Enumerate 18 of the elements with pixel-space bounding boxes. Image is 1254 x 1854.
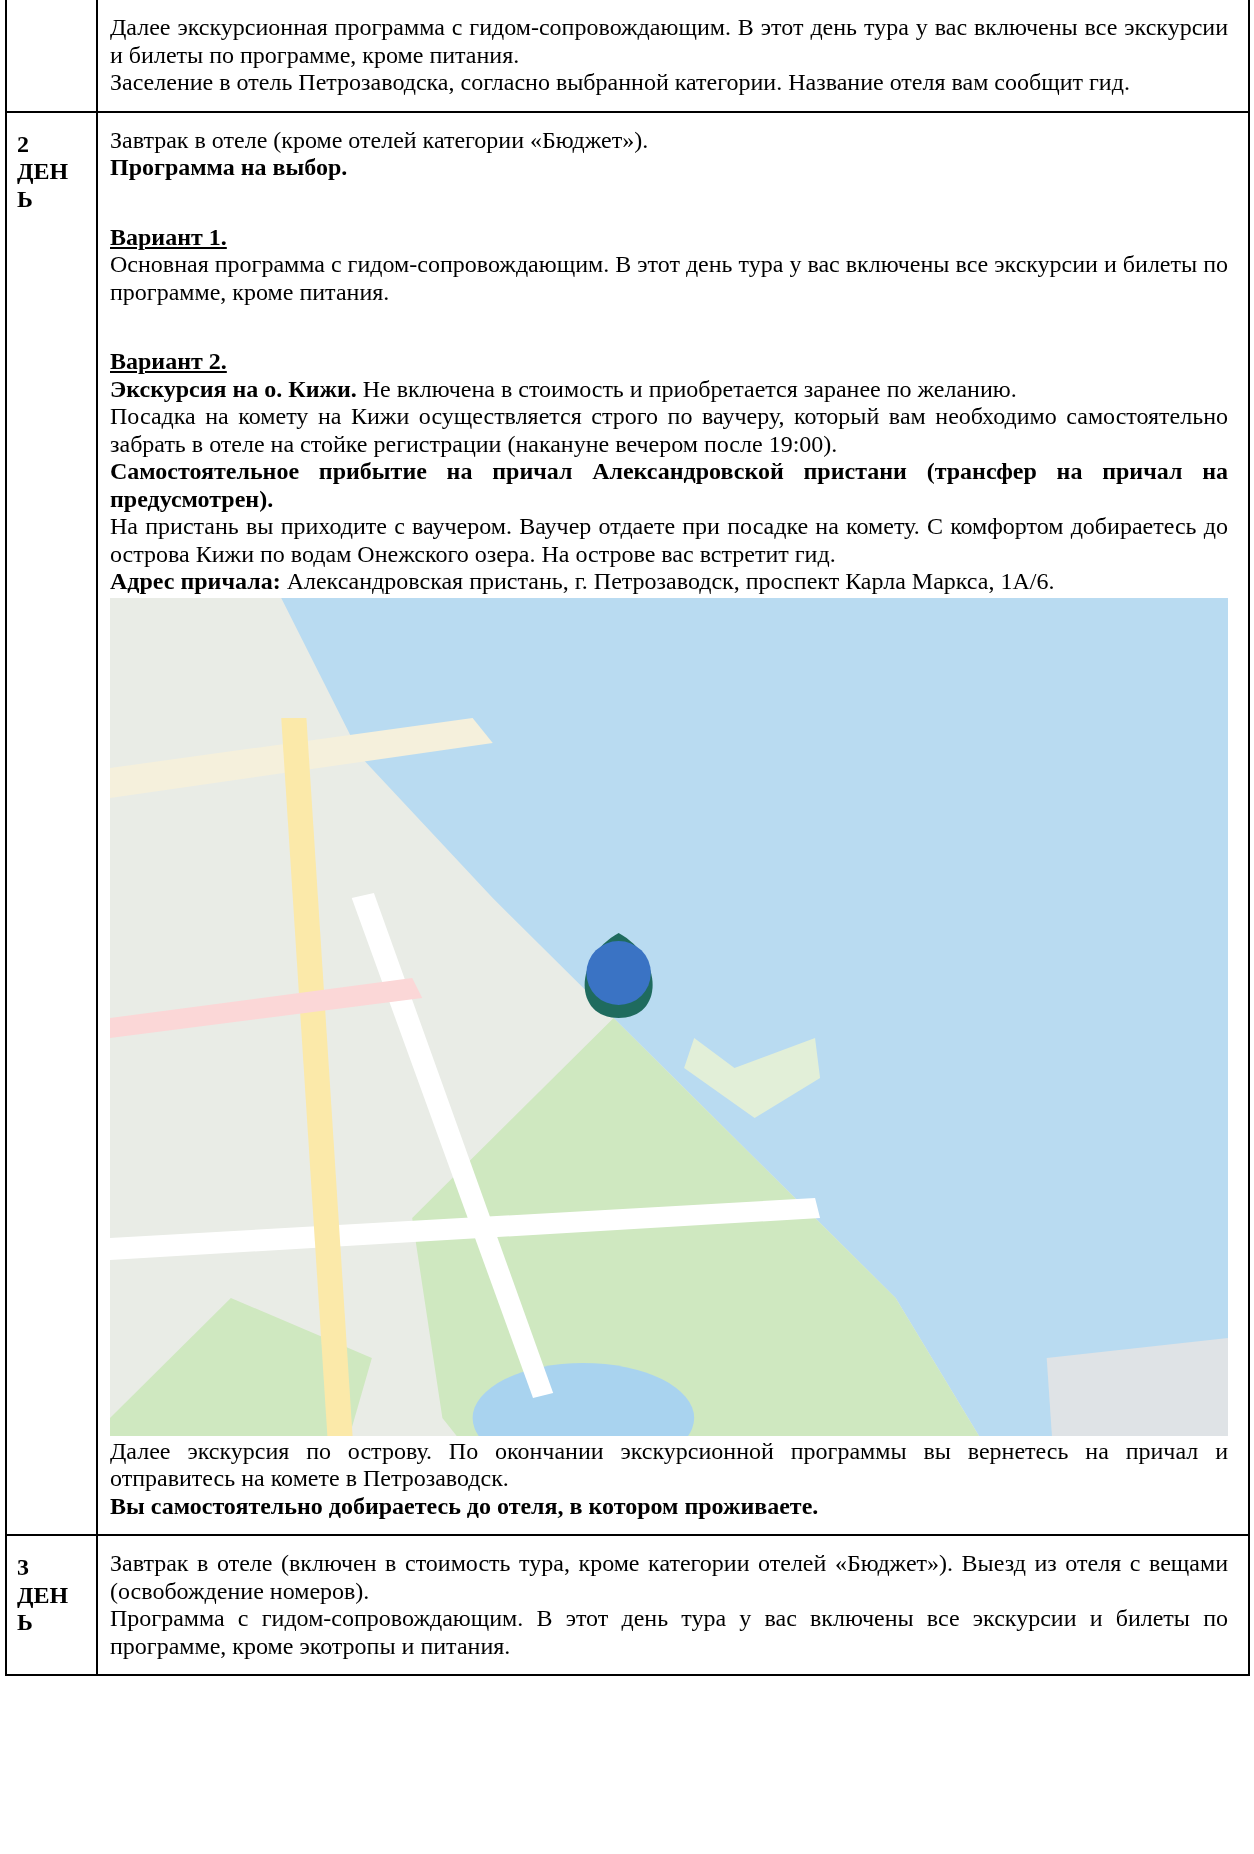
paragraph: Экскурсия на о. Кижи. Не включена в стоимость и приобретается заранее по желанию.	[110, 375, 1018, 403]
paragraph: Самостоятельное прибытие на причал Александровской пристани (трансфер на причал на предусмотрен).	[110, 458, 1228, 513]
paragraph: На пристань вы приходите с ваучером. Ваучер отдаете при посадке на комету. С комфортом добираетесь до острова Кижи по водам Онежского озера. На острове вас встретит гид.	[110, 513, 1228, 568]
paragraph: Далее экскурсионная программа с гидом-сопровождающим. В этот день тура у вас включены все экскурсии и билеты по программе, кроме питания.	[110, 14, 1228, 69]
paragraph: Далее экскурсия по острову. По окончании экскурсионной программы вы вернетесь на причал и отправитесь на комете в Петрозаводск.	[110, 1437, 1228, 1493]
section-heading: Вариант 2.	[110, 348, 227, 374]
paragraph: Завтрак в отеле (кроме отелей категории «Бюджет»).	[110, 126, 650, 154]
paragraph: Вы самостоятельно добираетесь до отеля, в котором проживаете.	[110, 1492, 820, 1520]
paragraph: Основная программа с гидом-сопровождающим. В этот день тура у вас включены все экскурсии и билеты по программе, кроме питания.	[110, 251, 1228, 306]
day-label: 2 ДЕНЬ	[17, 130, 70, 213]
section-heading: Вариант 1.	[110, 223, 227, 250]
paragraph: Заселение в отель Петрозаводска, согласно выбранной категории. Название отеля вам сообщит гид.	[110, 69, 1131, 97]
paragraph: Программа с гидом-сопровождающим. В этот день тура у вас включены все экскурсии и билеты по программе, кроме экотропы и питания.	[110, 1605, 1228, 1660]
paragraph: Завтрак в отеле (включен в стоимость тура, кроме категории отелей «Бюджет»). Выезд из отеля с вещами (освобождение номеров).	[110, 1550, 1228, 1605]
paragraph: Программа на выбор.	[110, 154, 349, 182]
paragraph: Адрес причала: Александровская пристань, г. Петрозаводск, проспект Карла Маркса, 1А/6.	[110, 568, 1056, 596]
paragraph: Посадка на комету на Кижи осуществляется строго по ваучеру, который вам необходимо самостоятельно забрать в отеле на стойке регистрации (накануне вечером после 19:00).	[110, 403, 1228, 458]
day-label: 3 ДЕНЬ	[17, 1554, 70, 1637]
